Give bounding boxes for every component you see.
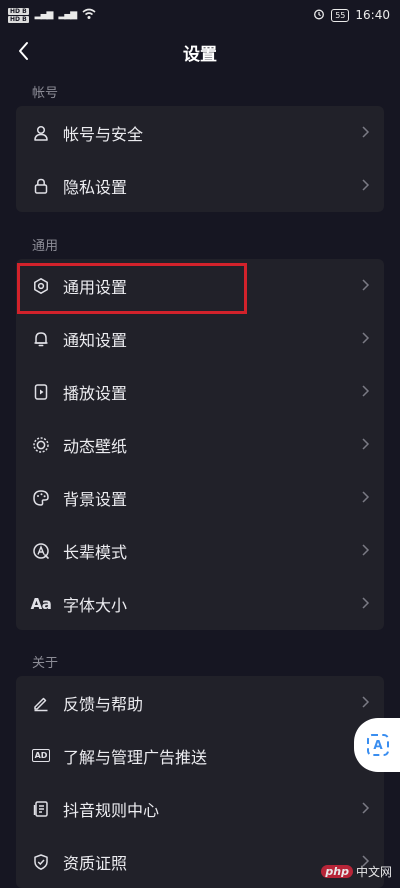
section-label-account: 帐号 bbox=[32, 86, 59, 101]
elder-mode-item[interactable]: 长辈模式 bbox=[16, 524, 384, 577]
privacy-settings-item[interactable]: 隐私设置 bbox=[16, 159, 384, 212]
chevron-right-icon bbox=[362, 544, 370, 556]
edit-icon bbox=[31, 693, 51, 713]
chevron-right-icon bbox=[362, 438, 370, 450]
account-card: 帐号与安全 隐私设置 bbox=[16, 106, 384, 212]
nav-bar: 设置 bbox=[0, 30, 400, 74]
hd-badge: HD B bbox=[8, 7, 29, 15]
wifi-icon bbox=[82, 8, 96, 23]
lock-icon bbox=[31, 176, 51, 196]
chevron-right-icon bbox=[362, 332, 370, 344]
highlight-box bbox=[17, 263, 247, 314]
signal-icon: ▂▄▆ bbox=[58, 10, 77, 20]
ad-icon-glyph: AD bbox=[31, 749, 51, 762]
document-icon bbox=[31, 799, 51, 819]
back-arrow-icon[interactable] bbox=[14, 39, 36, 63]
floating-assist-button[interactable]: A bbox=[354, 718, 400, 772]
status-bar: HD B HD B ▂▄▆ ▂▄▆ 55 16:40 bbox=[0, 0, 400, 30]
palette-icon bbox=[31, 488, 51, 508]
shield-check-icon bbox=[31, 852, 51, 872]
user-icon bbox=[31, 123, 51, 143]
chevron-right-icon bbox=[362, 491, 370, 503]
feedback-help-label: 反馈与帮助 bbox=[63, 694, 144, 714]
chevron-right-icon bbox=[362, 126, 370, 138]
hd-badge: HD B bbox=[8, 15, 29, 23]
live-wallpaper-item[interactable]: 动态壁纸 bbox=[16, 418, 384, 471]
feedback-help-item[interactable]: 反馈与帮助 bbox=[16, 676, 384, 729]
qualification-item[interactable]: 资质证照 bbox=[16, 835, 384, 888]
font-size-item[interactable]: Aa 字体大小 bbox=[16, 577, 384, 630]
section-label-general: 通用 bbox=[32, 239, 59, 254]
alarm-icon bbox=[313, 8, 325, 23]
general-card: 通用设置 通知设置 播放设置 动态壁纸 背景设置 长辈模式 Aa 字体大小 bbox=[16, 259, 384, 630]
ad-management-item[interactable]: AD 了解与管理广告推送 bbox=[16, 729, 384, 782]
chevron-right-icon bbox=[362, 696, 370, 708]
background-settings-item[interactable]: 背景设置 bbox=[16, 471, 384, 524]
rules-center-item[interactable]: 抖音规则中心 bbox=[16, 782, 384, 835]
clock: 16:40 bbox=[355, 8, 390, 22]
privacy-settings-label: 隐私设置 bbox=[63, 177, 128, 197]
section-label-about: 关于 bbox=[32, 656, 59, 671]
battery-indicator: 55 bbox=[331, 8, 350, 22]
playback-settings-label: 播放设置 bbox=[63, 383, 128, 403]
page-title: 设置 bbox=[183, 44, 217, 65]
qualification-label: 资质证照 bbox=[63, 853, 128, 873]
notification-settings-item[interactable]: 通知设置 bbox=[16, 312, 384, 365]
background-settings-label: 背景设置 bbox=[63, 489, 128, 509]
notification-settings-label: 通知设置 bbox=[63, 330, 128, 350]
font-size-icon: Aa bbox=[30, 594, 52, 613]
chevron-right-icon bbox=[362, 597, 370, 609]
about-card: 反馈与帮助 AD 了解与管理广告推送 抖音规则中心 资质证照 bbox=[16, 676, 384, 888]
rules-center-label: 抖音规则中心 bbox=[63, 800, 160, 820]
account-security-label: 帐号与安全 bbox=[63, 124, 144, 144]
chevron-right-icon bbox=[362, 802, 370, 814]
ad-icon: AD bbox=[31, 746, 51, 766]
elder-mode-label: 长辈模式 bbox=[63, 542, 128, 562]
hd-badges: HD B HD B bbox=[8, 7, 29, 23]
ad-management-label: 了解与管理广告推送 bbox=[63, 747, 208, 767]
bell-icon bbox=[31, 329, 51, 349]
chevron-right-icon bbox=[362, 179, 370, 191]
chevron-right-icon bbox=[362, 385, 370, 397]
live-wallpaper-icon bbox=[31, 435, 51, 455]
playback-settings-item[interactable]: 播放设置 bbox=[16, 365, 384, 418]
signal-icon: ▂▄▆ bbox=[34, 10, 54, 20]
watermark: php 中文网 bbox=[321, 863, 392, 880]
elder-mode-icon bbox=[31, 541, 51, 561]
text-recognition-icon: A bbox=[367, 734, 389, 756]
font-size-label: 字体大小 bbox=[63, 595, 128, 615]
watermark-text: 中文网 bbox=[355, 865, 392, 879]
live-wallpaper-label: 动态壁纸 bbox=[63, 436, 128, 456]
play-settings-icon bbox=[31, 382, 51, 402]
account-security-item[interactable]: 帐号与安全 bbox=[16, 106, 384, 159]
watermark-logo: php bbox=[321, 865, 353, 878]
chevron-right-icon bbox=[362, 279, 370, 291]
